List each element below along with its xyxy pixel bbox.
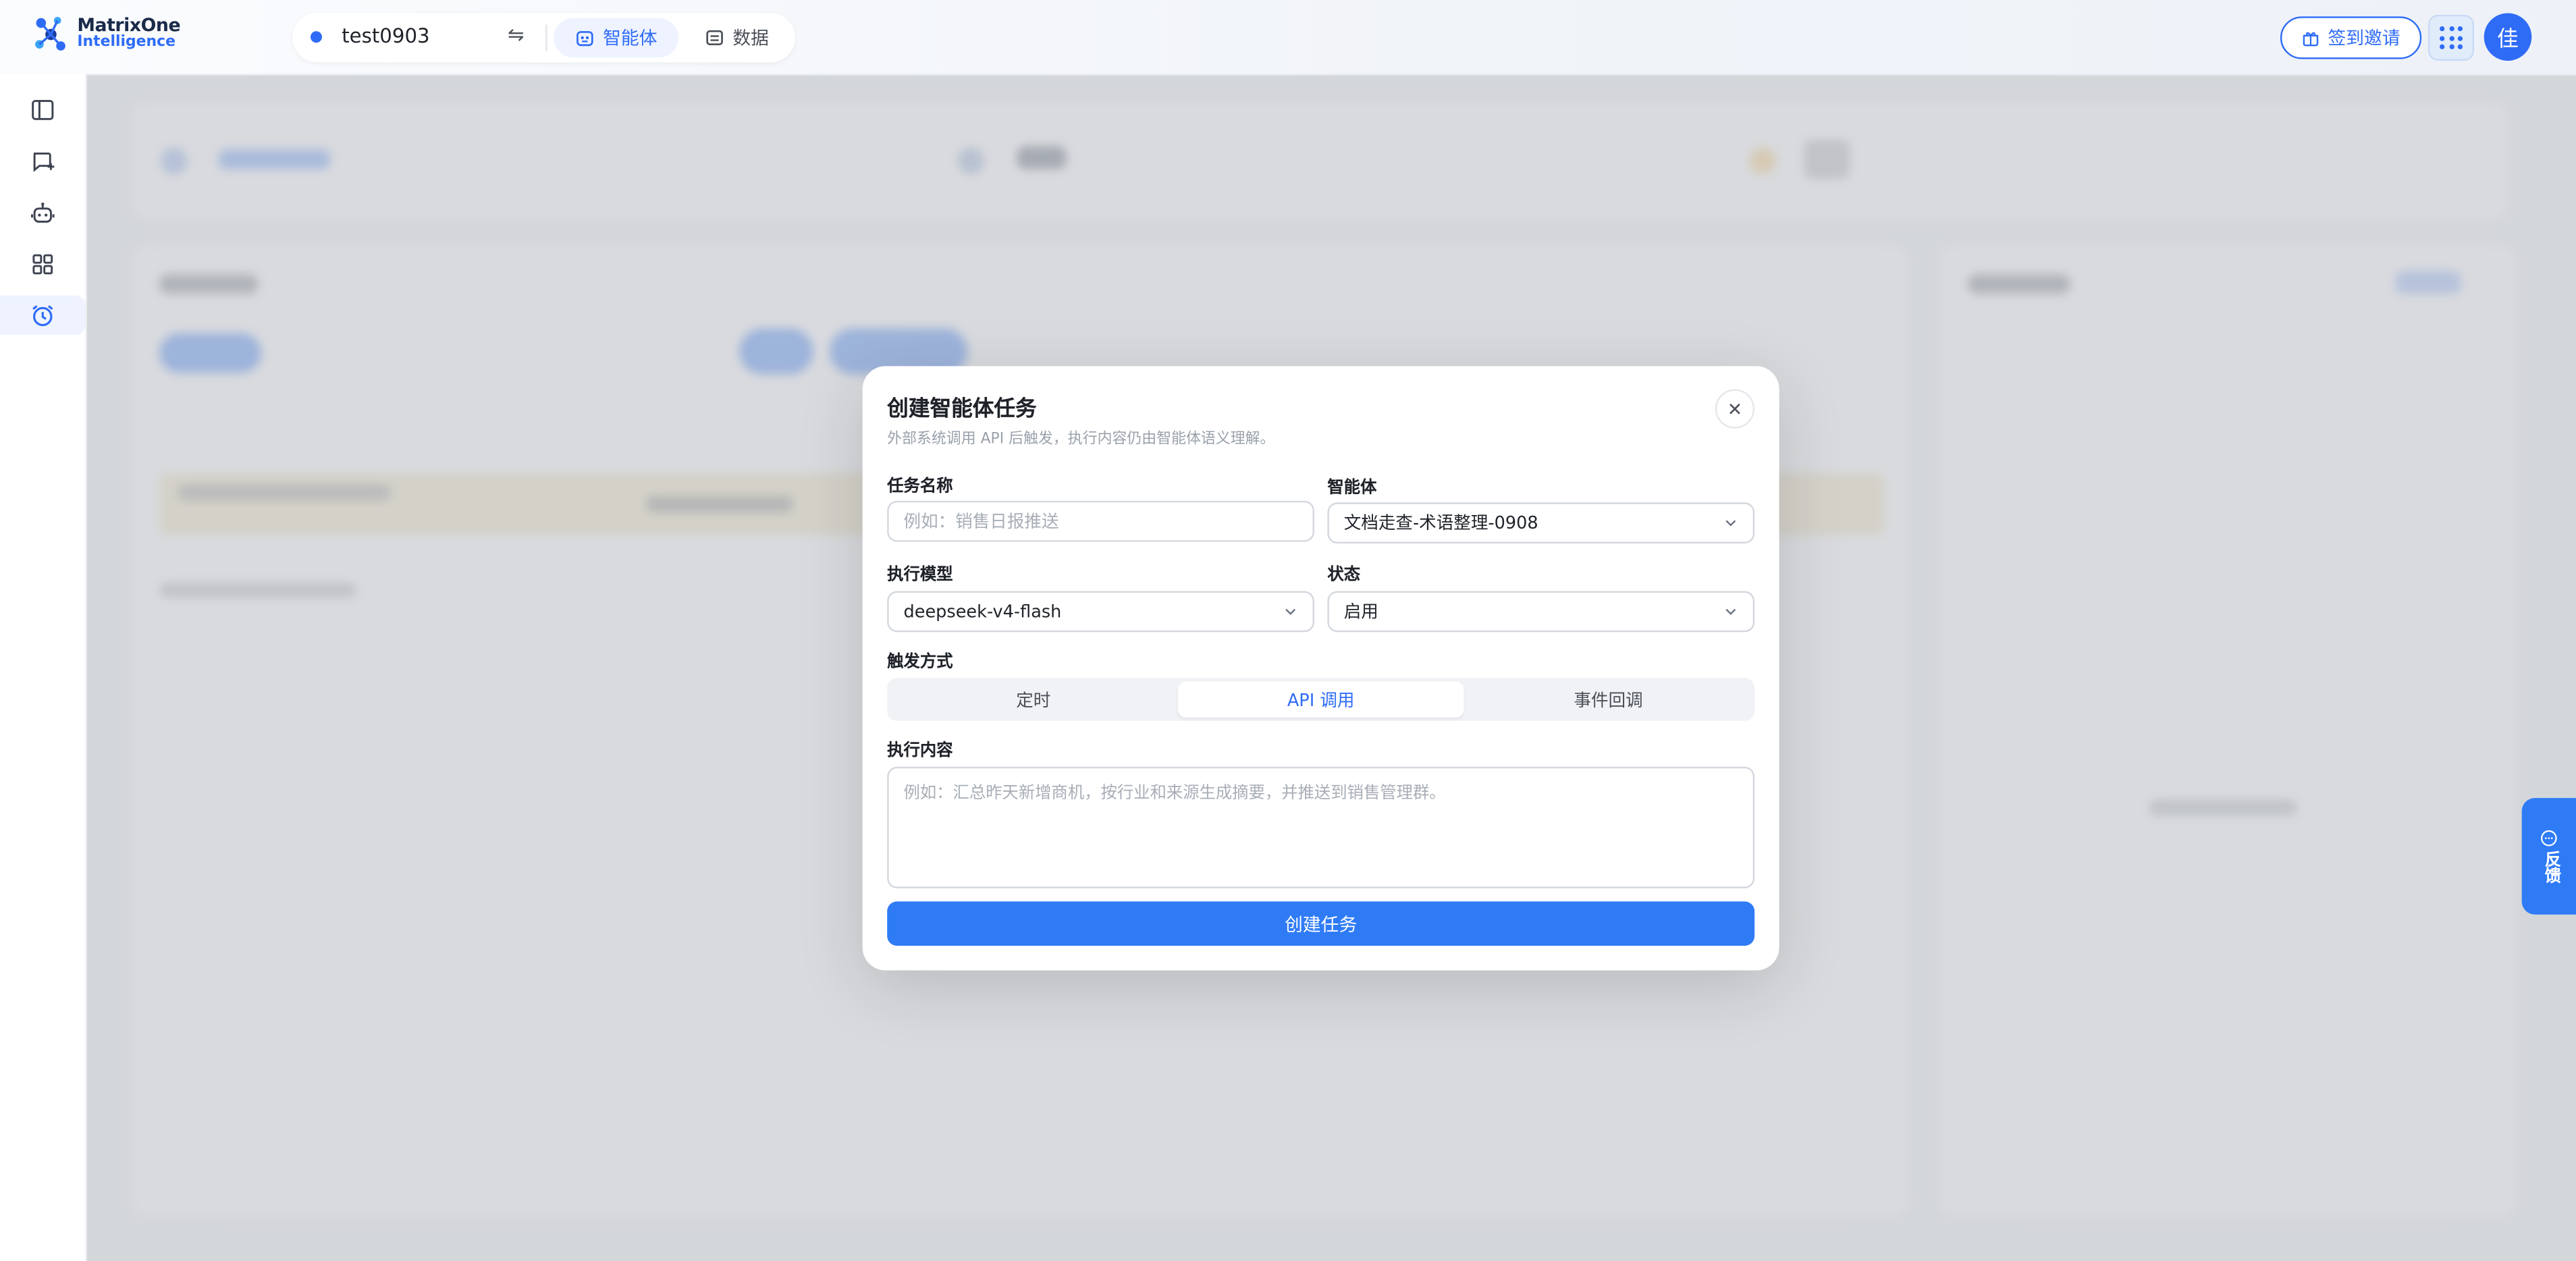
chevron-down-icon: [1725, 520, 1736, 527]
trigger-option-schedule[interactable]: 定时: [890, 681, 1176, 718]
sidebar-item-apps[interactable]: [0, 244, 86, 284]
alarm-clock-icon: [32, 305, 53, 327]
status-select-value: 启用: [1343, 602, 1378, 622]
robot-icon: [576, 31, 593, 47]
create-task-button[interactable]: 创建任务: [887, 901, 1755, 946]
agent-select-value: 文档走查-术语整理-0908: [1343, 514, 1538, 534]
chevron-down-icon: [1725, 608, 1736, 616]
swap-icon[interactable]: ⇋: [508, 23, 524, 46]
feedback-button[interactable]: 反馈: [2521, 798, 2576, 915]
apps-grid-icon: [32, 254, 53, 275]
trigger-label: 触发方式: [887, 653, 953, 672]
content-textarea[interactable]: 例如：汇总昨天新增商机，按行业和来源生成摘要，并推送到销售管理群。: [887, 766, 1755, 888]
brand-text: MatrixOne Intelligence: [77, 16, 180, 53]
chevron-down-icon: [1285, 608, 1296, 616]
sidebar-toggle[interactable]: [0, 90, 86, 130]
divider: [545, 24, 547, 51]
sidebar-item-scheduled-tasks[interactable]: [0, 295, 86, 336]
feedback-label: 反馈: [2540, 850, 2559, 884]
status-label: 状态: [1327, 566, 1361, 585]
top-header: MatrixOne Intelligence test0903 ⇋ 智能体 数据…: [0, 0, 2576, 76]
content-label: 执行内容: [887, 742, 953, 761]
workspace-switcher: test0903 ⇋ 智能体 数据: [292, 13, 795, 63]
tab-agents[interactable]: 智能体: [554, 18, 679, 58]
brand-name: MatrixOne: [77, 14, 181, 36]
status-select[interactable]: 启用: [1327, 591, 1755, 633]
apps-menu-button[interactable]: [2427, 14, 2475, 61]
dialog-title: 创建智能体任务: [887, 397, 1037, 423]
model-select[interactable]: deepseek-v4-flash: [887, 591, 1314, 633]
panel-toggle-icon: [32, 100, 54, 120]
tab-data[interactable]: 数据: [683, 18, 790, 57]
avatar[interactable]: 佳: [2484, 13, 2532, 61]
trigger-option-api[interactable]: API 调用: [1177, 681, 1464, 718]
dialog-subtitle: 外部系统调用 API 后触发，执行内容仍由智能体语义理解。: [887, 431, 1275, 449]
checkin-invite-button[interactable]: 签到邀请: [2280, 16, 2422, 59]
gift-icon: [2303, 31, 2319, 46]
workspace-status-dot: [310, 31, 322, 43]
new-chat-icon: [33, 152, 55, 172]
agent-icon: [30, 203, 55, 223]
tab-agents-label: 智能体: [603, 28, 658, 49]
tab-data-label: 数据: [732, 28, 769, 49]
sidebar: [0, 74, 87, 1261]
brand-logo[interactable]: MatrixOne Intelligence: [33, 15, 181, 54]
close-button[interactable]: ✕: [1715, 389, 1755, 429]
close-icon: ✕: [1727, 398, 1743, 420]
model-select-value: deepseek-v4-flash: [903, 601, 1062, 622]
task-name-input[interactable]: 例如：销售日报推送: [887, 500, 1314, 542]
chat-bubble-icon: [2541, 830, 2557, 847]
create-agent-task-dialog: 创建智能体任务 外部系统调用 API 后触发，执行内容仍由智能体语义理解。 ✕ …: [862, 366, 1779, 971]
sidebar-item-new-chat[interactable]: [0, 141, 86, 180]
invite-label: 签到邀请: [2328, 28, 2400, 49]
brand-tagline: Intelligence: [77, 34, 176, 51]
sidebar-item-agents[interactable]: [0, 194, 86, 233]
agent-select[interactable]: 文档走查-术语整理-0908: [1327, 502, 1755, 544]
workspace-name[interactable]: test0903: [342, 24, 429, 47]
task-name-placeholder: 例如：销售日报推送: [903, 512, 1059, 533]
trigger-segmented-control: 定时 API 调用 事件回调: [887, 678, 1755, 721]
trigger-option-event-callback[interactable]: 事件回调: [1466, 681, 1751, 718]
content-placeholder: 例如：汇总昨天新增商机，按行业和来源生成摘要，并推送到销售管理群。: [903, 784, 1446, 803]
matrixone-logo-icon: [35, 17, 65, 51]
task-name-label: 任务名称: [887, 477, 953, 496]
model-label: 执行模型: [887, 566, 953, 585]
data-icon: [706, 30, 723, 46]
agent-label: 智能体: [1327, 479, 1377, 498]
